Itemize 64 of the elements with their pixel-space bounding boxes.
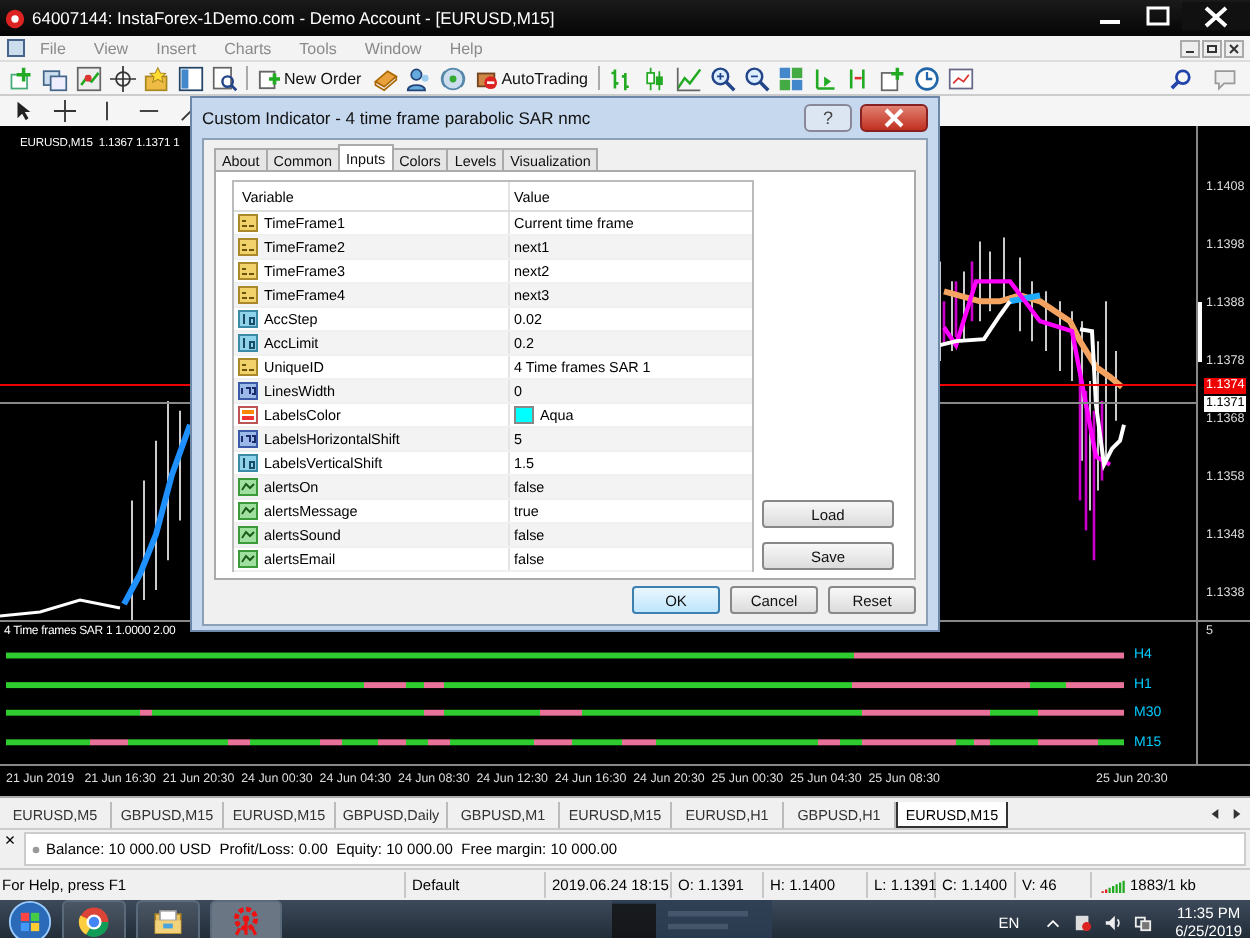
text-field-icon [238, 262, 258, 280]
chart-window-icon[interactable] [76, 65, 102, 91]
app-icon [4, 7, 26, 29]
restore-icon[interactable] [1202, 39, 1222, 57]
crosshair-icon[interactable] [110, 65, 136, 91]
chart-doc-icon[interactable] [6, 38, 26, 58]
chat-icon[interactable] [1212, 65, 1238, 91]
toggle-line-icon [238, 502, 258, 520]
indicator-plus-icon[interactable] [879, 65, 906, 91]
scroll-icon[interactable] [811, 65, 838, 91]
start-icon[interactable] [8, 900, 52, 938]
speaker-icon[interactable] [1103, 913, 1122, 931]
clock-icon[interactable] [913, 65, 940, 91]
bar-chart-icon[interactable] [607, 65, 634, 91]
help-button[interactable]: ? [804, 104, 852, 132]
line-chart-icon[interactable] [675, 65, 702, 91]
bullet-icon [32, 845, 40, 853]
close-icon[interactable] [1224, 39, 1244, 57]
autotrading-button[interactable]: AutoTrading [473, 64, 590, 92]
crosshair-icon[interactable] [54, 100, 76, 122]
decimal-number-icon [238, 334, 258, 352]
cursor-icon[interactable] [12, 100, 34, 122]
folder-taskbar-button[interactable] [136, 900, 200, 938]
text-field-icon [238, 358, 258, 376]
toggle-line-icon [238, 550, 258, 568]
close-icon[interactable] [1182, 2, 1250, 30]
text-field-icon [238, 214, 258, 232]
new-order-button[interactable]: New Order [256, 64, 364, 92]
panel-icon[interactable] [178, 65, 204, 91]
plus-icon[interactable] [8, 65, 34, 91]
people-icon[interactable] [405, 65, 432, 91]
text-field-icon [238, 238, 258, 256]
candle-icon[interactable] [641, 65, 668, 91]
scale-marker-icon [1198, 302, 1202, 362]
scroll-left-icon[interactable] [1210, 807, 1220, 819]
toggle-line-icon [238, 478, 258, 496]
search-icon[interactable] [1170, 67, 1192, 89]
window-stack-icon[interactable] [42, 65, 68, 91]
close-button[interactable]: × [0, 830, 20, 850]
template-icon[interactable] [947, 65, 974, 91]
zoom-out-icon[interactable] [743, 65, 770, 91]
round-logo-icon [78, 906, 110, 938]
decimal-number-icon [238, 454, 258, 472]
browser-taskbar-button[interactable] [62, 900, 126, 938]
briefcase-icon [475, 67, 498, 89]
gear-icon [230, 906, 262, 938]
window-title: 64007144: InstaForex-1Demo.com - Demo Account - [EURUSD,M15] [32, 8, 555, 28]
dialog-title: Custom Indicator - 4 time frame parabolic SAR nmc [202, 108, 591, 128]
network-icon[interactable] [1133, 913, 1152, 931]
star-folder-icon[interactable] [144, 65, 170, 91]
decimal-number-icon [238, 310, 258, 328]
minimize-icon[interactable] [1180, 39, 1200, 57]
scroll-right-icon[interactable] [1232, 807, 1242, 819]
book-icon[interactable] [371, 65, 398, 91]
integer-number-icon [238, 430, 258, 448]
toggle-line-icon [238, 526, 258, 544]
zoom-in-icon[interactable] [709, 65, 736, 91]
integer-number-icon [238, 382, 258, 400]
order-plus-icon [258, 67, 280, 89]
text-field-icon [238, 286, 258, 304]
close-button[interactable] [860, 104, 928, 132]
close-icon [882, 108, 906, 128]
folder-icon [152, 906, 184, 938]
magnifier-page-icon[interactable] [212, 65, 238, 91]
